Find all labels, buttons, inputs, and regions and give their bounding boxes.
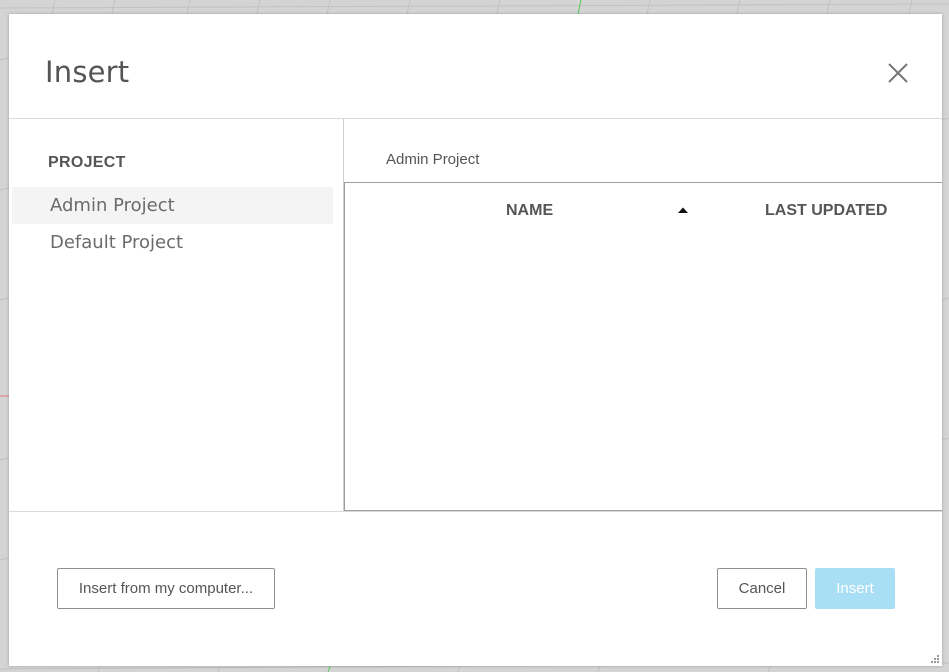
sort-ascending-icon[interactable] <box>677 206 689 214</box>
dialog-title: Insert <box>45 55 130 89</box>
insert-from-computer-button[interactable]: Insert from my computer... <box>57 568 275 609</box>
cancel-button[interactable]: Cancel <box>717 568 807 609</box>
sidebar-item-default-project[interactable]: Default Project <box>12 224 333 261</box>
breadcrumb: Admin Project <box>386 151 480 168</box>
column-header-name[interactable]: NAME <box>506 202 553 220</box>
insert-button[interactable]: Insert <box>815 568 895 609</box>
sidebar-heading: PROJECT <box>48 154 126 171</box>
close-button[interactable] <box>885 60 911 86</box>
resize-grip-icon[interactable] <box>930 654 940 664</box>
sidebar-item-admin-project[interactable]: Admin Project <box>12 187 333 224</box>
insert-dialog: Insert PROJECT Admin Project Default Pro… <box>9 14 942 666</box>
column-header-last-updated[interactable]: LAST UPDATED <box>765 202 887 220</box>
close-icon <box>888 63 908 83</box>
footer-divider <box>9 511 942 512</box>
file-list-panel: NAME LAST UPDATED <box>344 182 942 511</box>
project-sidebar: PROJECT Admin Project Default Project <box>9 119 344 511</box>
